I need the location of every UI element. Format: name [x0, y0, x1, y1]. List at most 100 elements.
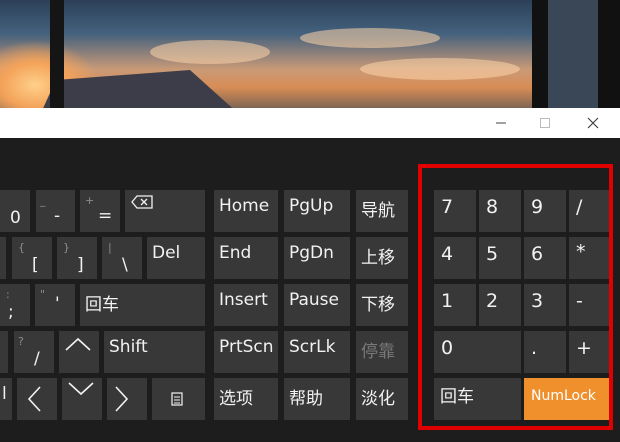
- key-shift-label: }: [63, 241, 70, 254]
- key-partial[interactable]: [0, 237, 6, 279]
- numpad-2[interactable]: 2: [479, 284, 521, 326]
- key-shift-label: |: [108, 241, 112, 254]
- numpad-add[interactable]: +: [569, 331, 611, 373]
- numpad-6[interactable]: 6: [524, 237, 566, 279]
- key-label: 9: [531, 196, 544, 218]
- key-pgdn[interactable]: PgDn: [284, 237, 350, 279]
- key-pgup[interactable]: PgUp: [284, 190, 350, 232]
- key-help[interactable]: 帮助: [284, 378, 350, 420]
- key-label: 淡化: [361, 389, 395, 409]
- key-ctrl[interactable]: l: [0, 378, 12, 420]
- key-semicolon[interactable]: : ;: [0, 284, 30, 326]
- key-menu[interactable]: [152, 378, 205, 420]
- key-label: 3: [531, 290, 544, 312]
- key-backslash[interactable]: | \: [102, 237, 142, 279]
- key-shift[interactable]: Shift: [104, 331, 205, 373]
- menu-icon: [171, 392, 183, 406]
- key-partial[interactable]: [0, 331, 8, 373]
- key-0[interactable]: 0: [0, 190, 30, 232]
- key-minus[interactable]: _ -: [36, 190, 75, 232]
- key-equals[interactable]: + =: [80, 190, 120, 232]
- key-right-bracket[interactable]: } ]: [57, 237, 97, 279]
- key-label: 帮助: [289, 389, 323, 409]
- key-move-up[interactable]: 上移: [356, 237, 408, 279]
- minimize-button[interactable]: [478, 108, 524, 138]
- key-shift-label: ?: [18, 335, 24, 348]
- key-down-arrow[interactable]: [62, 378, 102, 420]
- numpad-8[interactable]: 8: [479, 190, 521, 232]
- key-del[interactable]: Del: [147, 237, 205, 279]
- numpad-1[interactable]: 1: [434, 284, 476, 326]
- key-label: 下移: [361, 295, 395, 315]
- key-label: PgUp: [289, 196, 334, 216]
- up-arrow-icon: [65, 337, 91, 351]
- numpad-3[interactable]: 3: [524, 284, 566, 326]
- minimize-icon: [496, 122, 506, 124]
- numlock-key[interactable]: NumLock: [524, 378, 611, 420]
- key-left-arrow[interactable]: [17, 378, 57, 420]
- numpad-multiply[interactable]: *: [569, 237, 611, 279]
- key-label: [: [32, 255, 39, 275]
- key-label: l: [2, 384, 7, 404]
- key-right-arrow[interactable]: [107, 378, 147, 420]
- key-end[interactable]: End: [214, 237, 278, 279]
- key-label: /: [34, 349, 40, 369]
- key-label: 4: [441, 243, 454, 265]
- key-label: 2: [486, 290, 499, 312]
- key-shift-label: ": [40, 288, 46, 301]
- key-label: Home: [219, 196, 270, 216]
- window-frame-pane: [548, 0, 598, 112]
- key-label: 7: [441, 196, 454, 218]
- key-options[interactable]: 选项: [214, 378, 278, 420]
- numpad-9[interactable]: 9: [524, 190, 566, 232]
- numpad-enter[interactable]: 回车: [434, 378, 521, 420]
- key-label: =: [98, 206, 113, 226]
- key-insert[interactable]: Insert: [214, 284, 278, 326]
- numpad-subtract[interactable]: -: [569, 284, 611, 326]
- desktop-wallpaper: [0, 0, 620, 112]
- key-slash[interactable]: ? /: [14, 331, 54, 373]
- numpad-4[interactable]: 4: [434, 237, 476, 279]
- key-dock[interactable]: 停靠: [356, 331, 408, 373]
- maximize-button[interactable]: [522, 108, 568, 138]
- cloud: [360, 58, 520, 80]
- key-fade[interactable]: 淡化: [356, 378, 408, 420]
- key-apostrophe[interactable]: " ': [35, 284, 75, 326]
- numpad-5[interactable]: 5: [479, 237, 521, 279]
- right-arrow-icon: [115, 386, 129, 412]
- key-label: 1: [441, 290, 454, 312]
- key-nav[interactable]: 导航: [356, 190, 408, 232]
- key-label: End: [219, 243, 252, 263]
- key-prtscn[interactable]: PrtScn: [214, 331, 278, 373]
- maximize-icon: [540, 118, 550, 128]
- numpad-divide[interactable]: /: [569, 190, 611, 232]
- key-move-down[interactable]: 下移: [356, 284, 408, 326]
- key-left-bracket[interactable]: { [: [12, 237, 52, 279]
- key-label: -: [54, 206, 61, 226]
- close-icon: [587, 117, 599, 129]
- backspace-icon: [131, 195, 153, 209]
- window-frame: [50, 0, 64, 112]
- key-pause[interactable]: Pause: [284, 284, 350, 326]
- numpad-decimal[interactable]: .: [524, 331, 566, 373]
- key-label: .: [531, 337, 538, 359]
- key-shift-label: {: [18, 241, 25, 254]
- key-label: 上移: [361, 248, 395, 268]
- key-backspace[interactable]: [125, 190, 205, 232]
- key-label: 停靠: [361, 342, 395, 362]
- numpad-7[interactable]: 7: [434, 190, 476, 232]
- close-button[interactable]: [570, 108, 616, 138]
- key-label: 8: [486, 196, 499, 218]
- key-label: PrtScn: [219, 337, 274, 357]
- key-label: 回车: [440, 387, 474, 407]
- key-enter[interactable]: 回车: [80, 284, 205, 326]
- key-up-arrow[interactable]: [59, 331, 99, 373]
- key-label: /: [576, 196, 583, 218]
- key-label: +: [576, 337, 592, 359]
- key-label: ;: [8, 302, 14, 322]
- key-scrlk[interactable]: ScrLk: [284, 331, 350, 373]
- key-label: 回车: [85, 295, 119, 315]
- numpad-0[interactable]: 0: [434, 331, 521, 373]
- key-label: 导航: [361, 201, 395, 221]
- key-home[interactable]: Home: [214, 190, 278, 232]
